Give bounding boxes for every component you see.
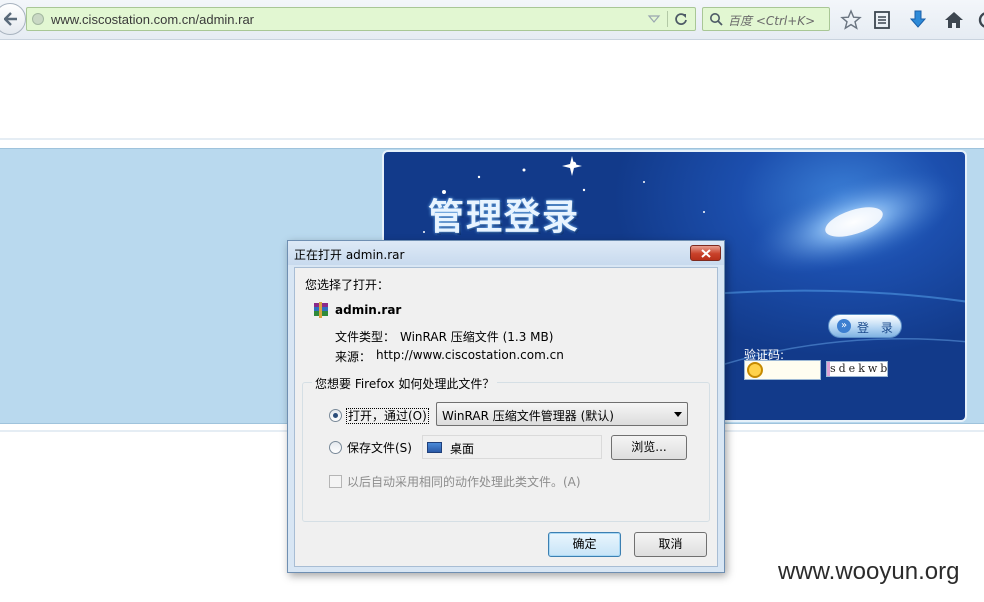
screen: www.ciscostation.com.cn/admin.rar 百度 <Ct… bbox=[0, 0, 984, 602]
winrar-file-icon bbox=[314, 302, 328, 318]
dialog-close-button[interactable] bbox=[690, 245, 721, 261]
open-with-app-value: WinRAR 压缩文件管理器 (默认) bbox=[442, 409, 614, 423]
banner-title: 管理登录 bbox=[428, 196, 581, 238]
action-group: 您想要 Firefox 如何处理此文件？ 打开，通过(O) WinRAR 压缩文… bbox=[302, 375, 710, 522]
captcha-text: sdekwb bbox=[830, 362, 891, 375]
action-question: 您想要 Firefox 如何处理此文件？ bbox=[312, 375, 498, 392]
login-button-label: 登 录 bbox=[857, 321, 897, 335]
auto-action-label: 以后自动采用相同的动作处理此类文件。(A) bbox=[347, 475, 581, 489]
url-separator bbox=[667, 11, 668, 27]
file-type-label: 文件类型： bbox=[335, 330, 396, 344]
ok-button[interactable]: 确定 bbox=[548, 532, 621, 557]
source-value: http://www.ciscostation.com.cn bbox=[376, 348, 564, 362]
open-with-app-select[interactable]: WinRAR 压缩文件管理器 (默认) bbox=[436, 402, 688, 426]
url-history-dropdown-icon[interactable] bbox=[647, 13, 661, 25]
browse-button[interactable]: 浏览... bbox=[611, 435, 687, 460]
dialog-title: 正在打开 admin.rar bbox=[294, 248, 405, 262]
save-file-radio[interactable] bbox=[329, 441, 342, 454]
save-location-field: 桌面 bbox=[422, 435, 602, 459]
reload-icon[interactable] bbox=[672, 11, 690, 27]
site-identity-icon[interactable] bbox=[32, 13, 44, 25]
source-label: 来源： bbox=[335, 350, 372, 364]
bookmark-star-icon[interactable] bbox=[840, 9, 862, 31]
open-with-radio[interactable] bbox=[329, 409, 342, 422]
watermark: www.wooyun.org bbox=[778, 558, 960, 585]
search-box[interactable]: 百度 <Ctrl+K> bbox=[702, 7, 830, 31]
double-chevron-icon: » bbox=[837, 319, 851, 333]
login-button[interactable]: » 登 录 bbox=[828, 314, 902, 338]
browser-toolbar: www.ciscostation.com.cn/admin.rar 百度 <Ct… bbox=[0, 0, 984, 40]
desktop-icon bbox=[427, 442, 442, 453]
home-icon[interactable] bbox=[943, 9, 965, 31]
open-file-dialog: 正在打开 admin.rar 您选择了打开： admin.rar 文件类型： W… bbox=[287, 240, 725, 573]
dialog-intro: 您选择了打开： bbox=[305, 278, 390, 292]
clock-icon bbox=[747, 362, 763, 378]
search-icon bbox=[710, 13, 723, 26]
bookmarks-menu-icon[interactable] bbox=[871, 9, 893, 31]
back-arrow-icon bbox=[4, 12, 17, 26]
file-type-value: WinRAR 压缩文件 (1.3 MB) bbox=[400, 330, 554, 344]
chevron-down-icon bbox=[674, 412, 682, 417]
search-placeholder[interactable]: 百度 <Ctrl+K> bbox=[728, 12, 815, 29]
captcha-stripe bbox=[827, 362, 830, 376]
back-button[interactable] bbox=[0, 3, 26, 35]
auto-action-checkbox bbox=[329, 475, 342, 488]
sync-icon[interactable] bbox=[976, 9, 984, 31]
dialog-titlebar[interactable]: 正在打开 admin.rar bbox=[288, 241, 724, 265]
save-location-value: 桌面 bbox=[450, 442, 475, 456]
page-separator-top bbox=[0, 138, 984, 140]
file-name: admin.rar bbox=[335, 303, 402, 317]
downloads-icon[interactable] bbox=[907, 9, 929, 31]
address-bar[interactable]: www.ciscostation.com.cn/admin.rar bbox=[26, 7, 696, 31]
url-text[interactable]: www.ciscostation.com.cn/admin.rar bbox=[51, 12, 254, 27]
captcha-input[interactable] bbox=[744, 360, 821, 380]
open-with-label[interactable]: 打开，通过(O) bbox=[346, 407, 429, 424]
captcha-image[interactable]: sdekwb bbox=[826, 361, 888, 377]
dialog-body: 您选择了打开： admin.rar 文件类型： WinRAR 压缩文件 (1.3… bbox=[294, 267, 718, 567]
close-icon bbox=[701, 249, 711, 258]
save-file-label[interactable]: 保存文件(S) bbox=[347, 439, 412, 456]
cancel-button[interactable]: 取消 bbox=[634, 532, 707, 557]
